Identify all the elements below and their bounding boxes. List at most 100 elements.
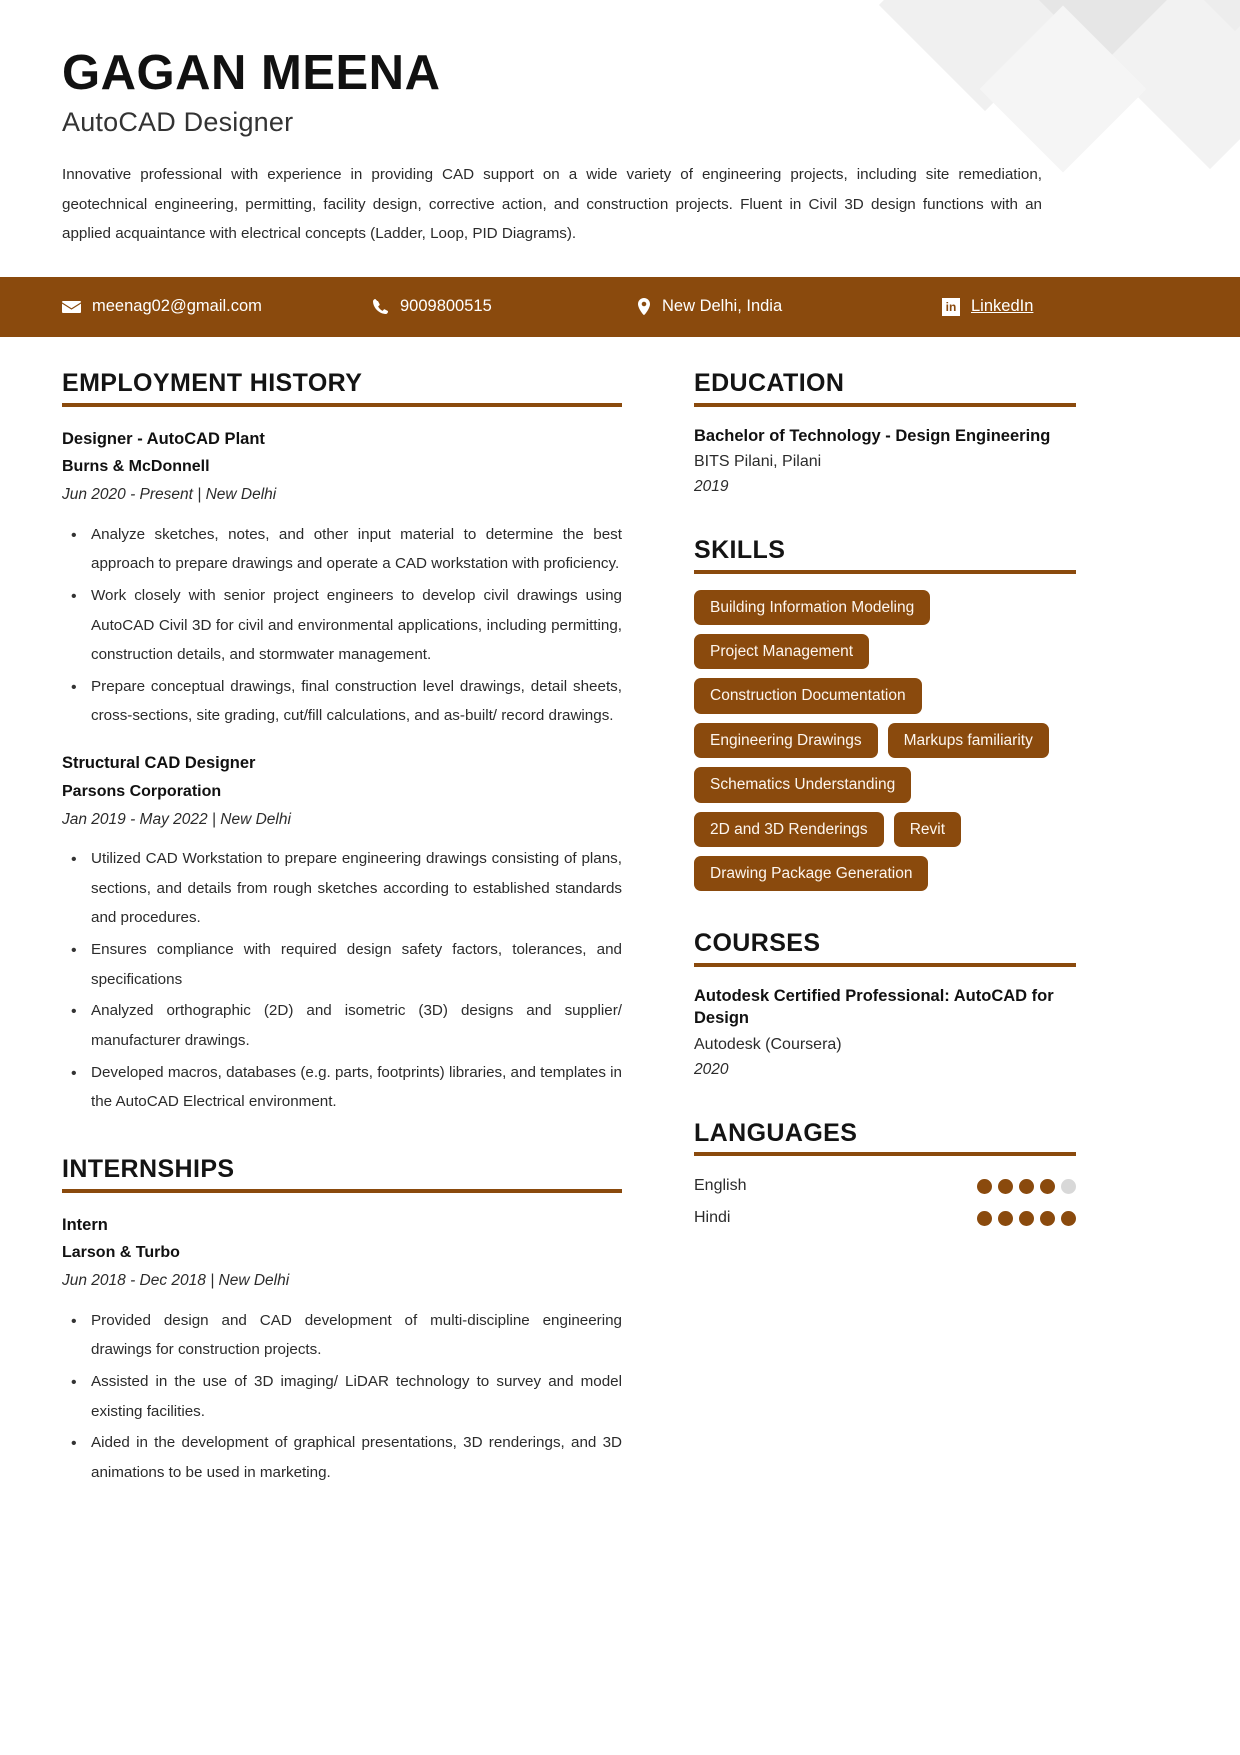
job-bullet: Prepare conceptual drawings, final const… bbox=[71, 672, 622, 731]
level-dot-filled bbox=[1019, 1210, 1034, 1226]
job-entry: Intern Larson & Turbo Jun 2018 - Dec 2018 … bbox=[62, 1213, 622, 1488]
profile-summary: Innovative professional with experience … bbox=[62, 165, 1042, 243]
job-bullet-list: Provided design and CAD development of m… bbox=[62, 1306, 622, 1488]
skill-tag: Engineering Drawings bbox=[694, 722, 878, 759]
job-bullet: Assisted in the use of 3D imaging/ LiDAR… bbox=[71, 1367, 622, 1426]
level-dot-filled bbox=[998, 1178, 1013, 1194]
contact-linkedin-text[interactable]: LinkedIn bbox=[971, 297, 1033, 316]
section-divider bbox=[62, 1188, 622, 1193]
job-entry: Designer - AutoCAD Plant Burns & McDonnel… bbox=[62, 427, 622, 731]
level-dot-filled bbox=[977, 1210, 992, 1226]
level-dot-filled bbox=[998, 1210, 1013, 1226]
education-year: 2019 bbox=[694, 478, 729, 496]
candidate-role: AutoCAD Designer bbox=[62, 106, 294, 137]
level-dot-filled bbox=[1061, 1210, 1076, 1226]
job-organization: Larson & Turbo bbox=[62, 1244, 180, 1262]
skill-tag: Construction Documentation bbox=[694, 678, 922, 714]
resume-columns: EMPLOYMENT HISTORY Designer - AutoCAD Pl… bbox=[0, 369, 1240, 1490]
contact-location-text: New Delhi, India bbox=[662, 297, 783, 316]
language-level-dots bbox=[977, 1210, 1076, 1226]
section-divider bbox=[694, 402, 1076, 407]
skill-tag: Building Information Modeling bbox=[694, 589, 931, 626]
section-courses: COURSES Autodesk Certified Professional:… bbox=[694, 929, 1076, 1080]
section-title: SKILLS bbox=[694, 535, 786, 564]
column-gutter bbox=[622, 369, 694, 1490]
job-dates-location: Jun 2020 - Present | New Delhi bbox=[62, 486, 277, 504]
job-bullet: Analyzed orthographic (2D) and isometric… bbox=[71, 996, 622, 1055]
contact-location: New Delhi, India bbox=[637, 297, 942, 316]
job-dates-location: Jan 2019 - May 2022 | New Delhi bbox=[62, 810, 291, 828]
resume-header: GAGAN MEENA AutoCAD Designer Innovative … bbox=[0, 0, 1240, 249]
envelope-icon bbox=[62, 300, 81, 314]
level-dot-filled bbox=[977, 1178, 992, 1194]
contact-email[interactable]: meenag02@gmail.com bbox=[62, 297, 372, 316]
course-list: Autodesk Certified Professional: AutoCAD… bbox=[694, 985, 1076, 1081]
language-list: English Hindi bbox=[694, 1170, 1076, 1234]
language-name: Hindi bbox=[694, 1209, 731, 1227]
job-bullet: Provided design and CAD development of m… bbox=[71, 1306, 622, 1365]
skill-tag: Drawing Package Generation bbox=[694, 855, 929, 892]
section-divider bbox=[694, 963, 1076, 968]
education-entry: Bachelor of Technology - Design Engineer… bbox=[694, 425, 1076, 498]
job-bullet: Developed macros, databases (e.g. parts,… bbox=[71, 1058, 622, 1117]
level-dot-filled bbox=[1019, 1178, 1034, 1194]
contact-phone[interactable]: 9009800515 bbox=[372, 297, 637, 316]
job-bullet-list: Analyze sketches, notes, and other input… bbox=[62, 520, 622, 731]
skill-tag: Markups familiarity bbox=[887, 722, 1049, 759]
skill-tag: Project Management bbox=[694, 634, 870, 670]
candidate-name: GAGAN MEENA bbox=[62, 46, 441, 100]
skill-tag: Schematics Understanding bbox=[694, 767, 912, 803]
job-bullet-list: Utilized CAD Workstation to prepare engi… bbox=[62, 844, 622, 1117]
section-title: EMPLOYMENT HISTORY bbox=[62, 368, 363, 397]
job-title: Intern bbox=[62, 1215, 108, 1234]
section-skills: SKILLS Building Information Modeling Proj… bbox=[694, 535, 1076, 892]
resume-page: GAGAN MEENA AutoCAD Designer Innovative … bbox=[0, 0, 1240, 1755]
skill-tag-list: Building Information Modeling Project Man… bbox=[694, 589, 1076, 892]
language-name: English bbox=[694, 1177, 747, 1195]
job-title: Structural CAD Designer bbox=[62, 754, 256, 773]
language-level-dots bbox=[977, 1178, 1076, 1194]
skill-tag: 2D and 3D Renderings bbox=[694, 811, 884, 847]
section-title: EDUCATION bbox=[694, 368, 845, 397]
language-row: Hindi bbox=[694, 1202, 1076, 1234]
language-row: English bbox=[694, 1170, 1076, 1202]
course-entry: Autodesk Certified Professional: AutoCAD… bbox=[694, 985, 1076, 1081]
section-title: INTERNSHIPS bbox=[62, 1154, 235, 1183]
section-languages: LANGUAGES English Hindi bbox=[694, 1119, 1076, 1235]
education-degree: Bachelor of Technology - Design Engineer… bbox=[694, 426, 1051, 445]
section-employment-history: EMPLOYMENT HISTORY Designer - AutoCAD Pl… bbox=[62, 369, 622, 1117]
section-divider bbox=[694, 1152, 1076, 1157]
level-dot-filled bbox=[1040, 1210, 1055, 1226]
job-dates-location: Jun 2018 - Dec 2018 | New Delhi bbox=[62, 1272, 290, 1290]
employment-job-list: Designer - AutoCAD Plant Burns & McDonnel… bbox=[62, 427, 622, 1117]
contact-linkedin[interactable]: in LinkedIn bbox=[942, 297, 1033, 316]
job-organization: Burns & McDonnell bbox=[62, 458, 210, 476]
level-dot-filled bbox=[1040, 1178, 1055, 1194]
education-school: BITS Pilani, Pilani bbox=[694, 452, 822, 470]
left-column: EMPLOYMENT HISTORY Designer - AutoCAD Pl… bbox=[62, 369, 622, 1490]
section-education: EDUCATION Bachelor of Technology - Desig… bbox=[694, 369, 1076, 498]
internship-job-list: Intern Larson & Turbo Jun 2018 - Dec 2018 … bbox=[62, 1213, 622, 1488]
skill-tag: Revit bbox=[893, 811, 962, 847]
right-column: EDUCATION Bachelor of Technology - Desig… bbox=[694, 369, 1076, 1490]
phone-icon bbox=[372, 298, 389, 315]
job-bullet: Work closely with senior project enginee… bbox=[71, 581, 622, 670]
section-title: COURSES bbox=[694, 929, 821, 958]
section-divider bbox=[694, 569, 1076, 574]
contact-email-text: meenag02@gmail.com bbox=[92, 297, 262, 316]
section-internships: INTERNSHIPS Intern Larson & Turbo Jun 2018… bbox=[62, 1155, 622, 1488]
contact-bar: meenag02@gmail.com 9009800515 New Delhi,… bbox=[0, 276, 1240, 337]
job-bullet: Utilized CAD Workstation to prepare engi… bbox=[71, 844, 622, 933]
job-bullet: Aided in the development of graphical pr… bbox=[71, 1428, 622, 1487]
contact-phone-text: 9009800515 bbox=[400, 297, 492, 316]
course-provider: Autodesk (Coursera) bbox=[694, 1035, 842, 1053]
course-name: Autodesk Certified Professional: AutoCAD… bbox=[694, 987, 1054, 1028]
course-year: 2020 bbox=[694, 1061, 729, 1079]
job-entry: Structural CAD Designer Parsons Corporati… bbox=[62, 751, 622, 1117]
map-pin-icon bbox=[637, 297, 651, 316]
linkedin-icon: in bbox=[942, 297, 960, 316]
job-title: Designer - AutoCAD Plant bbox=[62, 429, 265, 448]
section-divider bbox=[62, 402, 622, 407]
level-dot-empty bbox=[1061, 1178, 1076, 1194]
job-bullet: Analyze sketches, notes, and other input… bbox=[71, 520, 622, 579]
